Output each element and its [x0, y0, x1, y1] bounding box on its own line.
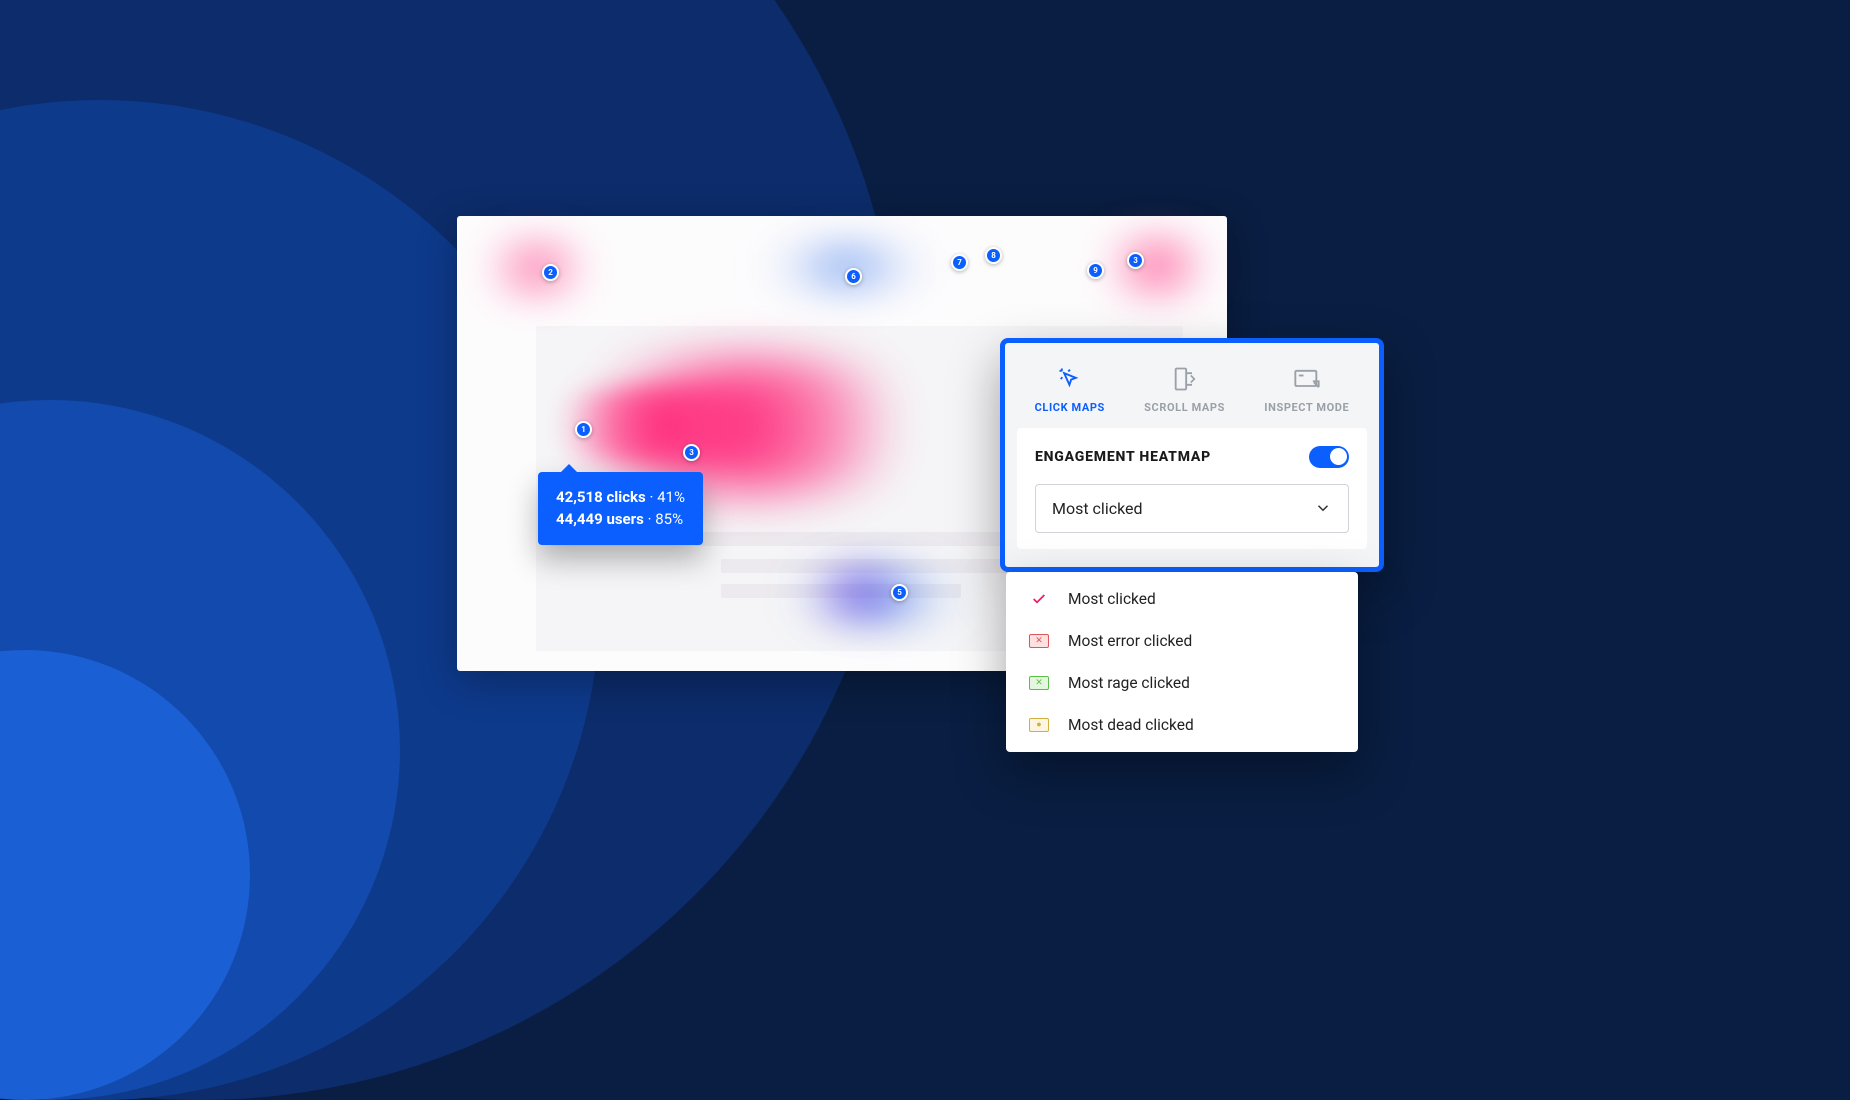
dropdown-option-most-error[interactable]: ✕ Most error clicked [1006, 620, 1358, 662]
tooltip-line: 44,449 users · 85% [556, 508, 685, 531]
heatmap-pin[interactable]: 2 [542, 264, 559, 281]
tab-label: CLICK MAPS [1035, 401, 1105, 414]
placeholder-line [721, 584, 961, 598]
panel-body: ENGAGEMENT HEATMAP Most clicked [1017, 428, 1367, 549]
heatmap-panel: CLICK MAPS SCROLL MAPS INSPECT MODE ENGA… [1000, 338, 1384, 572]
heatmap-type-select[interactable]: Most clicked [1035, 484, 1349, 533]
tab-inspect-mode[interactable]: INSPECT MODE [1264, 365, 1349, 414]
cursor-click-icon [1056, 365, 1084, 393]
inspect-mode-icon [1293, 365, 1321, 393]
tab-label: SCROLL MAPS [1144, 401, 1225, 414]
check-icon [1028, 590, 1050, 608]
dropdown-option-label: Most dead clicked [1068, 716, 1194, 734]
panel-section-title: ENGAGEMENT HEATMAP [1035, 449, 1211, 465]
engagement-toggle[interactable] [1309, 446, 1349, 468]
dropdown-option-most-dead[interactable]: ● Most dead clicked [1006, 704, 1358, 746]
tab-scroll-maps[interactable]: SCROLL MAPS [1144, 365, 1225, 414]
dead-icon: ● [1028, 716, 1050, 734]
heatmap-pin[interactable]: 3 [683, 444, 700, 461]
heatmap-tooltip: 42,518 clicks · 41% 44,449 users · 85% [538, 472, 703, 545]
tab-click-maps[interactable]: CLICK MAPS [1035, 365, 1105, 414]
heatmap-pin[interactable]: 5 [891, 584, 908, 601]
dropdown-option-most-clicked[interactable]: Most clicked [1006, 578, 1358, 620]
panel-header-row: ENGAGEMENT HEATMAP [1035, 446, 1349, 468]
dropdown-option-label: Most error clicked [1068, 632, 1192, 650]
chevron-down-icon [1314, 499, 1332, 517]
scroll-maps-icon [1171, 365, 1199, 393]
panel-tabs: CLICK MAPS SCROLL MAPS INSPECT MODE [1005, 343, 1379, 428]
heatmap-pin[interactable]: 1 [575, 421, 592, 438]
heatmap-pin[interactable]: 7 [951, 254, 968, 271]
dropdown-option-label: Most clicked [1068, 590, 1156, 608]
error-icon: ✕ [1028, 632, 1050, 650]
rage-icon: ✕ [1028, 674, 1050, 692]
heatmap-pin[interactable]: 8 [985, 247, 1002, 264]
tooltip-line: 42,518 clicks · 41% [556, 486, 685, 509]
heatmap-pin[interactable]: 9 [1087, 262, 1104, 279]
heatmap-type-dropdown: Most clicked ✕ Most error clicked ✕ Most… [1006, 572, 1358, 752]
heatmap-pin[interactable]: 3 [1127, 252, 1144, 269]
heatmap-pin[interactable]: 6 [845, 268, 862, 285]
dropdown-option-label: Most rage clicked [1068, 674, 1190, 692]
tab-label: INSPECT MODE [1264, 401, 1349, 414]
dropdown-option-most-rage[interactable]: ✕ Most rage clicked [1006, 662, 1358, 704]
select-value: Most clicked [1052, 499, 1143, 518]
